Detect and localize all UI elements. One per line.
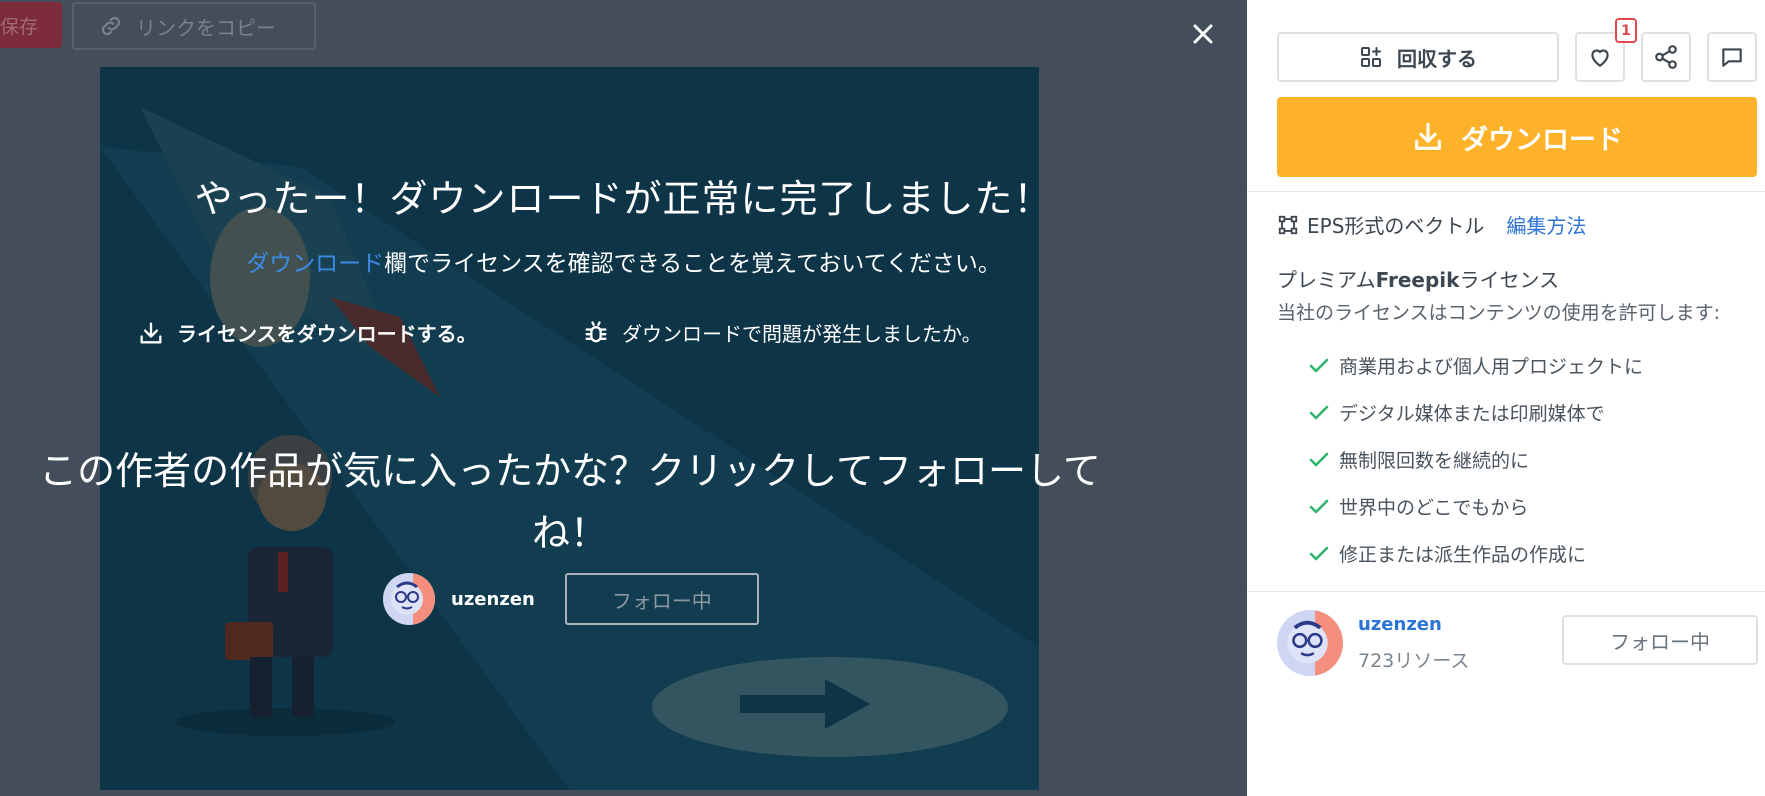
collection-icon: [1361, 47, 1381, 67]
like-count-badge: 1: [1615, 18, 1637, 43]
comment-icon: [1722, 48, 1742, 67]
check-icon: [1309, 358, 1329, 372]
author-resources-count: 723リソース: [1358, 650, 1470, 672]
feature-text: 修正または派生作品の作成に: [1339, 544, 1587, 566]
copy-link-button[interactable]: リンクをコピー: [72, 2, 316, 50]
subtitle-text: 欄でライセンスを確認できることを覚えておいてください。: [384, 251, 1001, 277]
download-icon: [1415, 122, 1441, 150]
download-button[interactable]: ダウンロード: [1277, 97, 1757, 177]
save-button[interactable]: 保存: [0, 2, 62, 48]
follow-button[interactable]: フォロー中: [564, 573, 759, 625]
license-title-prefix: プレミアム: [1277, 268, 1376, 292]
close-icon[interactable]: [1187, 18, 1219, 50]
feature-text: 無制限回数を継続的に: [1339, 450, 1530, 472]
check-icon: [1309, 499, 1329, 513]
success-subtitle: ダウンロード欄でライセンスを確認できることを覚えておいてください。: [0, 244, 1247, 278]
download-label: ダウンロード: [1461, 124, 1623, 156]
license-subtitle: 当社のライセンスはコンテンツの使用を許可します:: [1277, 302, 1721, 324]
collect-label: 回収する: [1397, 46, 1477, 71]
follow-button[interactable]: フォロー中: [1562, 615, 1758, 665]
bug-icon: [585, 320, 607, 342]
link-icon: [101, 16, 121, 36]
format-info: EPS形式のベクトル 編集方法: [1277, 210, 1586, 239]
download-license-link[interactable]: ライセンスをダウンロードする。: [137, 318, 477, 347]
share-button[interactable]: [1641, 32, 1691, 82]
list-item: 商業用および個人用プロジェクトに: [1307, 342, 1643, 389]
heart-icon: [1591, 49, 1609, 67]
share-icon: [1655, 45, 1677, 69]
feature-text: 商業用および個人用プロジェクトに: [1339, 356, 1644, 378]
avatar[interactable]: [383, 573, 435, 625]
vector-icon: [1278, 215, 1298, 234]
feature-text: 世界中のどこでもから: [1339, 497, 1529, 519]
collect-button[interactable]: 回収する: [1277, 32, 1559, 82]
list-item: 無制限回数を継続的に: [1307, 436, 1643, 483]
check-icon: [1309, 546, 1329, 560]
check-icon: [1309, 452, 1329, 466]
list-item: 修正または派生作品の作成に: [1307, 530, 1643, 577]
comment-button[interactable]: [1707, 32, 1757, 82]
download-icon: [140, 322, 162, 343]
license-title-suffix: ライセンス: [1459, 268, 1560, 292]
save-label: 保存: [0, 15, 39, 38]
author-avatar[interactable]: [1277, 610, 1343, 676]
license-title: プレミアムFreepikライセンス: [1277, 264, 1559, 293]
license-brand[interactable]: Freepik: [1376, 268, 1460, 292]
success-title: やったー！ダウンロードが正常に完了しました！: [194, 177, 1053, 221]
author-name[interactable]: uzenzen: [451, 589, 535, 610]
format-label: EPS形式のベクトル: [1307, 214, 1485, 238]
download-license-label: ライセンスをダウンロードする。: [177, 322, 477, 346]
divider: [1247, 591, 1765, 592]
resource-sidebar: 回収する 1 ダウンロード EPS形式のベクトル 編集方法 プレミアムFreep…: [1247, 0, 1765, 796]
modal-stage: 保存 リンクをコピー やったー！ダウンロードが正常に完了しました！ ダウンロード…: [0, 0, 1247, 796]
author-name-link[interactable]: uzenzen: [1358, 614, 1442, 635]
list-item: デジタル媒体または印刷媒体で: [1307, 389, 1643, 436]
copy-link-label: リンクをコピー: [136, 15, 276, 40]
license-features-list: 商業用および個人用プロジェクトに デジタル媒体または印刷媒体で 無制限回数を継続…: [1307, 342, 1643, 577]
edit-howto-link[interactable]: 編集方法: [1506, 210, 1586, 239]
download-problem-label: ダウンロードで問題が発生しましたか。: [622, 322, 982, 346]
list-item: 世界中のどこでもから: [1307, 483, 1643, 530]
downloads-link[interactable]: ダウンロード: [246, 251, 384, 277]
feature-text: デジタル媒体または印刷媒体で: [1339, 403, 1605, 425]
follow-prompt: この作者の作品が気に入ったかな？クリックしてフォローしてね！: [39, 449, 1101, 555]
check-icon: [1309, 405, 1329, 419]
modal-author-row: uzenzen フォロー中: [383, 573, 759, 625]
divider: [1247, 191, 1765, 192]
download-problem-link[interactable]: ダウンロードで問題が発生しましたか。: [582, 318, 982, 347]
